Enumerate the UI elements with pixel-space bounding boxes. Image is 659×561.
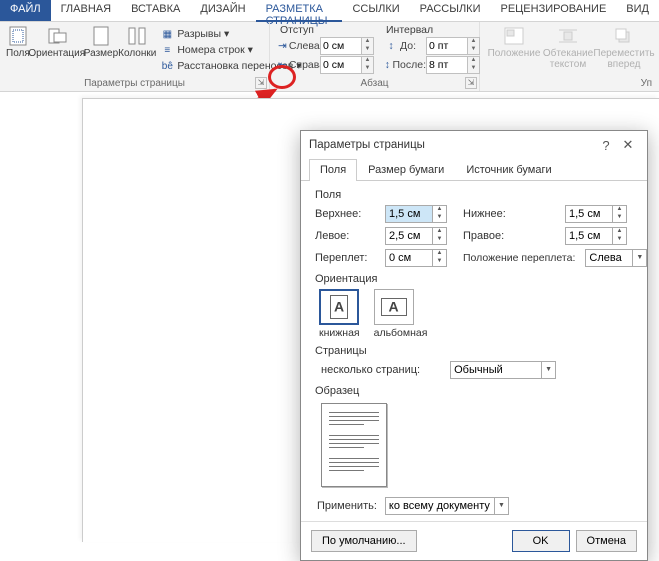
size-button[interactable]: Размер (84, 24, 118, 59)
wrap-text-button[interactable]: Обтекание текстом (542, 24, 594, 70)
group-paragraph: Отступ ⇥Слева: ▲▼ ⇤Справа: ▲▼ Интервал ↕… (270, 22, 480, 91)
gutter-input[interactable]: ▲▼ (385, 249, 453, 267)
breaks-icon: ▦ (160, 27, 174, 41)
ribbon-tabs: ФАЙЛ ГЛАВНАЯ ВСТАВКА ДИЗАЙН РАЗМЕТКА СТР… (0, 0, 659, 22)
group-paragraph-label: Абзац (276, 78, 473, 91)
tab-review[interactable]: РЕЦЕНЗИРОВАНИЕ (491, 0, 617, 21)
hyphenation-icon: bê (160, 59, 174, 73)
default-button[interactable]: По умолчанию... (311, 530, 417, 552)
gutter-position-select[interactable]: ▼ (585, 249, 653, 267)
size-icon (91, 26, 111, 46)
wrap-text-icon (558, 26, 578, 46)
margins-icon (8, 26, 28, 46)
margin-bottom-input[interactable]: ▲▼ (565, 205, 633, 223)
bring-forward-icon (614, 26, 634, 46)
margin-top-input[interactable]: ▲▼ (385, 205, 453, 223)
group-page-setup-label: Параметры страницы (6, 78, 263, 91)
portrait-icon (330, 295, 348, 319)
dialog-tab-source[interactable]: Источник бумаги (455, 159, 562, 180)
spacing-after-spin[interactable]: ▲▼ (426, 56, 480, 74)
dialog-title: Параметры страницы (309, 139, 595, 151)
ribbon: Поля Ориентация Размер Колонки ▦Разрывы … (0, 22, 659, 92)
tab-file[interactable]: ФАЙЛ (0, 0, 51, 21)
margins-button[interactable]: Поля (6, 24, 30, 59)
indent-right-icon: ⇤ (278, 59, 287, 71)
page-setup-launcher[interactable]: ⇲ (255, 77, 267, 89)
dialog-help-button[interactable]: ? (595, 138, 617, 153)
orientation-landscape[interactable]: альбомная (374, 289, 428, 339)
indent-left-icon: ⇥ (278, 40, 287, 52)
tab-design[interactable]: ДИЗАЙН (190, 0, 255, 21)
paragraph-launcher[interactable]: ⇲ (465, 77, 477, 89)
columns-button[interactable]: Колонки (118, 24, 156, 59)
apply-to-select[interactable]: ▼ (385, 497, 509, 515)
spacing-before-icon: ↕ (384, 40, 398, 52)
ok-button[interactable]: OK (512, 530, 570, 552)
tab-mailings[interactable]: РАССЫЛКИ (410, 0, 491, 21)
orientation-portrait[interactable]: книжная (319, 289, 360, 339)
columns-icon (127, 26, 147, 46)
preview-thumbnail (321, 403, 387, 487)
dialog-tab-margins[interactable]: Поля (309, 159, 357, 181)
margin-right-input[interactable]: ▲▼ (565, 227, 633, 245)
bring-forward-button[interactable]: Переместить вперед (594, 24, 654, 70)
position-button[interactable]: Положение (486, 24, 542, 59)
line-numbers-icon: ≡ (160, 43, 174, 57)
spacing-before-spin[interactable]: ▲▼ (426, 37, 480, 55)
position-icon (504, 26, 524, 46)
orientation-button[interactable]: Ориентация (30, 24, 84, 59)
group-page-setup: Поля Ориентация Размер Колонки ▦Разрывы … (0, 22, 270, 91)
cancel-button[interactable]: Отмена (576, 530, 637, 552)
margin-left-input[interactable]: ▲▼ (385, 227, 453, 245)
tab-page-layout[interactable]: РАЗМЕТКА СТРАНИЦЫ (256, 0, 343, 22)
tab-home[interactable]: ГЛАВНАЯ (51, 0, 121, 21)
multiple-pages-select[interactable]: ▼ (450, 361, 556, 379)
tab-insert[interactable]: ВСТАВКА (121, 0, 190, 21)
dialog-tab-paper[interactable]: Размер бумаги (357, 159, 455, 180)
indent-left-spin[interactable]: ▲▼ (320, 37, 374, 55)
landscape-icon (381, 298, 407, 316)
orientation-icon (47, 26, 67, 46)
dialog-close-button[interactable]: ✕ (617, 137, 639, 153)
tab-view[interactable]: ВИД (616, 0, 659, 21)
page-setup-dialog: Параметры страницы ? ✕ Поля Размер бумаг… (300, 130, 648, 561)
indent-right-spin[interactable]: ▲▼ (320, 56, 374, 74)
group-arrange: Положение Обтекание текстом Переместить … (480, 22, 659, 91)
spacing-after-icon: ↕ (384, 59, 390, 71)
tab-references[interactable]: ССЫЛКИ (342, 0, 409, 21)
